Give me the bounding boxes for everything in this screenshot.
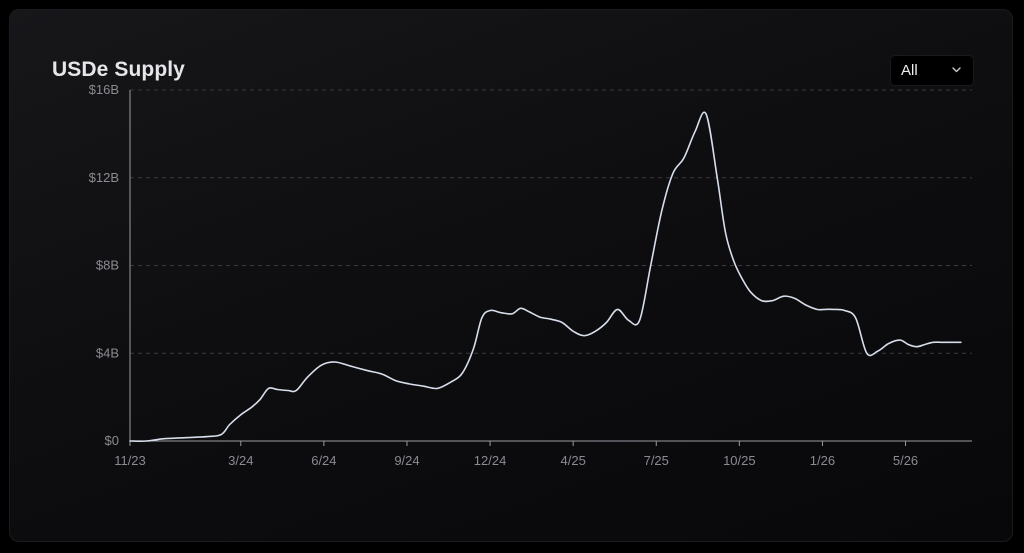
x-tick-label: 5/26 — [893, 453, 918, 468]
x-tick-label: 4/25 — [561, 453, 586, 468]
x-tick-label: 9/24 — [394, 453, 419, 468]
y-tick-label: $16B — [89, 82, 119, 97]
supply-line-chart: $0 $4B $8B $12B $16B 11/23 3/24 6/24 9/24 12/24 4… — [89, 82, 972, 468]
x-tick-label: 6/24 — [311, 453, 336, 468]
x-tick-label: 12/24 — [474, 453, 507, 468]
series-layer — [129, 111, 962, 442]
x-tick-labels: 11/23 3/24 6/24 9/24 12/24 4/25 7/25 10/25 1/26 5… — [114, 441, 918, 468]
y-tick-label: $8B — [96, 258, 119, 273]
x-tick-label: 7/25 — [644, 453, 669, 468]
x-tick-label: 1/26 — [810, 453, 835, 468]
grid-lines — [130, 89, 972, 354]
y-tick-label: $12B — [89, 170, 119, 185]
x-tick-label: 10/25 — [723, 453, 756, 468]
x-tick-label: 3/24 — [228, 453, 253, 468]
y-tick-labels: $0 $4B $8B $12B $16B — [89, 82, 119, 448]
x-tick-label: 11/23 — [114, 453, 146, 468]
y-tick-label: $4B — [96, 345, 119, 360]
series-line-usde-supply — [129, 111, 962, 442]
y-tick-label: $0 — [105, 433, 119, 448]
